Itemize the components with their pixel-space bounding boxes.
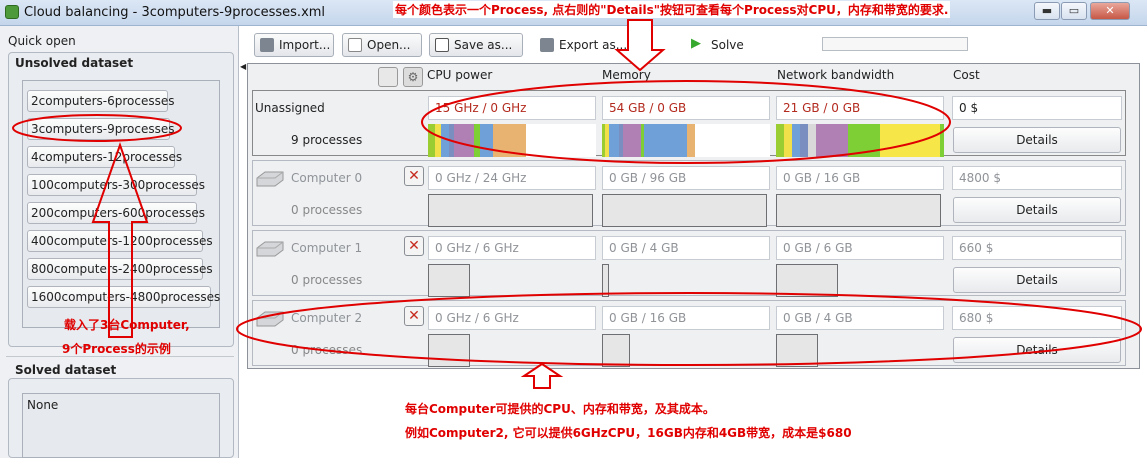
annotation-arrow-up-bottom	[520, 362, 564, 389]
annotation-left-line2: 9个Process的示例	[62, 342, 171, 356]
annotation-ellipse-computer2	[236, 292, 1142, 366]
annotation-arrow-up-left	[91, 141, 149, 338]
annotation-top-text: 每个颜色表示一个Process, 点右则的"Details"按钮可查看每个Pro…	[393, 1, 951, 18]
annotation-left-line1: 载入了3台Computer,	[64, 318, 190, 332]
annotation-bottom-line2: 例如Computer2, 它可以提供6GHzCPU，16GB内存和4GB带宽，成…	[405, 426, 852, 440]
annotation-overlay	[12, 19, 1142, 389]
annotation-ellipse-dataset	[12, 114, 182, 142]
annotation-ellipse-unassigned	[421, 80, 951, 164]
annotation-arrow-down	[614, 19, 666, 72]
annotation-bottom-line1: 每台Computer可提供的CPU、内存和带宽，及其成本。	[405, 402, 715, 416]
